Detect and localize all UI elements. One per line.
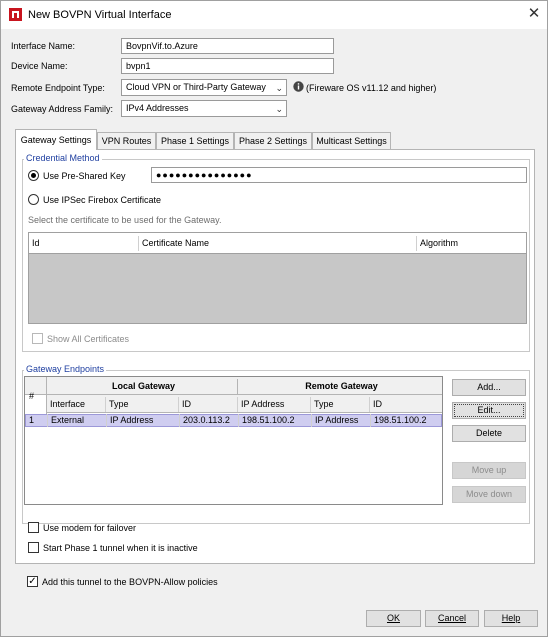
window-title: New BOVPN Virtual Interface bbox=[28, 9, 172, 21]
gateway-settings-panel: Credential Method Use Pre-Shared Key ●●●… bbox=[15, 149, 535, 564]
credential-method-title: Credential Method bbox=[24, 153, 102, 163]
local-gateway-header: Local Gateway bbox=[47, 379, 238, 394]
column-header-cert-name[interactable]: Certificate Name bbox=[139, 236, 417, 251]
interface-name-field[interactable]: BovpnVif.to.Azure bbox=[121, 38, 334, 54]
device-name-label: Device Name: bbox=[11, 61, 68, 71]
row-number: 1 bbox=[26, 414, 48, 427]
tab-phase1-settings[interactable]: Phase 1 Settings bbox=[156, 132, 234, 149]
interface-name-label: Interface Name: bbox=[11, 41, 76, 51]
show-all-certificates-checkbox[interactable] bbox=[32, 333, 43, 344]
endpoints-header-groups: Local Gateway Remote Gateway bbox=[25, 377, 442, 417]
edit-button[interactable]: Edit... bbox=[452, 402, 526, 419]
row-interface: External bbox=[48, 414, 107, 427]
remote-gateway-header: Remote Gateway bbox=[305, 381, 378, 391]
gateway-family-label: Gateway Address Family: bbox=[11, 104, 114, 114]
certificate-table-header: Id Certificate Name Algorithm bbox=[29, 233, 526, 254]
tab-multicast-settings[interactable]: Multicast Settings bbox=[312, 132, 391, 149]
column-header-remote-type[interactable]: Type bbox=[311, 397, 370, 412]
gateway-endpoints-title: Gateway Endpoints bbox=[24, 364, 107, 374]
dialog-window: New BOVPN Virtual Interface ✕ Interface … bbox=[0, 0, 548, 637]
row-remote-type: IP Address bbox=[312, 414, 371, 427]
tab-gateway-settings[interactable]: Gateway Settings bbox=[15, 129, 97, 150]
show-all-certificates-label: Show All Certificates bbox=[47, 334, 130, 344]
modem-failover-checkbox[interactable] bbox=[28, 522, 39, 533]
add-policy-checkbox[interactable]: ✓ bbox=[27, 576, 38, 587]
firmware-note: (Fireware OS v11.12 and higher) bbox=[306, 83, 437, 93]
psk-radio[interactable] bbox=[28, 170, 39, 181]
close-icon[interactable]: ✕ bbox=[525, 5, 543, 23]
column-header-local-id[interactable]: ID bbox=[179, 397, 238, 412]
gateway-family-select[interactable]: IPv4 Addresses ⌄ bbox=[121, 100, 287, 117]
tab-vpn-routes[interactable]: VPN Routes bbox=[97, 132, 156, 149]
cert-label: Use IPSec Firebox Certificate bbox=[43, 195, 162, 205]
move-up-button[interactable]: Move up bbox=[452, 462, 526, 479]
ok-button[interactable]: OK bbox=[366, 610, 421, 627]
column-header-remote-ip[interactable]: IP Address bbox=[238, 397, 311, 412]
title-bar: New BOVPN Virtual Interface ✕ bbox=[1, 1, 547, 29]
delete-button[interactable]: Delete bbox=[452, 425, 526, 442]
phase1-tunnel-label: Start Phase 1 tunnel when it is inactive bbox=[43, 543, 198, 553]
cert-radio[interactable] bbox=[28, 194, 39, 205]
certificate-table[interactable]: Id Certificate Name Algorithm bbox=[28, 232, 527, 324]
cancel-button[interactable]: Cancel bbox=[425, 610, 479, 627]
watchguard-app-icon bbox=[9, 8, 22, 21]
column-header-id[interactable]: Id bbox=[29, 236, 139, 251]
row-remote-ip: 198.51.100.2 bbox=[239, 414, 312, 427]
number-header-label: # bbox=[29, 391, 35, 401]
table-row[interactable]: 1 External IP Address 203.0.113.2 198.51… bbox=[25, 414, 442, 427]
cert-hint: Select the certificate to be used for th… bbox=[28, 215, 222, 225]
help-button[interactable]: Help bbox=[484, 610, 538, 627]
row-local-id: 203.0.113.2 bbox=[180, 414, 239, 427]
phase1-tunnel-checkbox[interactable] bbox=[28, 542, 39, 553]
column-header-remote-id[interactable]: ID bbox=[370, 397, 442, 412]
chevron-down-icon: ⌄ bbox=[275, 83, 283, 93]
add-policy-label: Add this tunnel to the BOVPN-Allow polic… bbox=[42, 577, 218, 587]
column-header-algorithm[interactable]: Algorithm bbox=[417, 236, 526, 251]
psk-label: Use Pre-Shared Key bbox=[43, 171, 126, 181]
remote-endpoint-select[interactable]: Cloud VPN or Third-Party Gateway ⌄ bbox=[121, 79, 287, 96]
modem-failover-label: Use modem for failover bbox=[43, 523, 137, 533]
column-header-interface[interactable]: Interface bbox=[47, 397, 106, 412]
endpoints-table[interactable]: Local Gateway Remote Gateway # Interface… bbox=[24, 376, 443, 505]
gateway-family-value: IPv4 Addresses bbox=[126, 103, 189, 113]
endpoints-header-columns: Interface Type ID IP Address Type ID bbox=[47, 395, 442, 413]
column-header-local-type[interactable]: Type bbox=[106, 397, 179, 412]
info-icon bbox=[293, 81, 304, 92]
chevron-down-icon: ⌄ bbox=[275, 104, 283, 114]
row-remote-id: 198.51.100.2 bbox=[374, 415, 427, 425]
move-down-button[interactable]: Move down bbox=[452, 486, 526, 503]
device-name-field[interactable]: bvpn1 bbox=[121, 58, 334, 74]
psk-input[interactable]: ●●●●●●●●●●●●●●● bbox=[151, 167, 527, 183]
row-local-type: IP Address bbox=[107, 414, 180, 427]
remote-endpoint-value: Cloud VPN or Third-Party Gateway bbox=[126, 82, 266, 92]
remote-endpoint-label: Remote Endpoint Type: bbox=[11, 83, 105, 93]
tab-phase2-settings[interactable]: Phase 2 Settings bbox=[234, 132, 312, 149]
add-button[interactable]: Add... bbox=[452, 379, 526, 396]
